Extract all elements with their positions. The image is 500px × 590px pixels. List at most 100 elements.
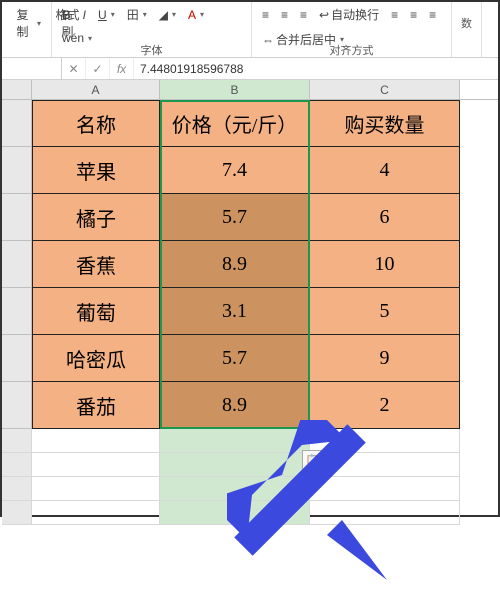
align-group-label: 对齐方式 [330,42,374,58]
table-row: 香蕉 8.9 10 [2,241,498,288]
formula-input[interactable] [134,62,498,76]
empty-cell[interactable] [160,501,310,525]
cell-C1[interactable]: 购买数量 [310,100,460,147]
cell-A1[interactable]: 名称 [32,100,160,147]
row-header[interactable] [2,335,32,382]
empty-row [2,453,498,477]
wrap-label: 自动换行 [331,6,379,23]
cell-name[interactable]: 葡萄 [32,288,160,335]
font-group-label: 字体 [141,42,163,58]
table-row: 番茄 8.9 2 [2,382,498,429]
cell-name[interactable]: 哈密瓜 [32,335,160,382]
empty-cell[interactable] [160,429,310,453]
row-header[interactable] [2,288,32,335]
cell-price[interactable]: 8.9 [160,241,310,288]
accept-formula-button[interactable]: ✓ [86,58,110,79]
border-icon: 田 [127,6,139,23]
phonetic-icon: wén [62,31,84,45]
italic-label: I [83,8,86,22]
table-row: 哈密瓜 5.7 9 [2,335,498,382]
bold-label: B [62,8,71,22]
empty-cell[interactable] [160,453,310,477]
phonetic-button[interactable]: wén [58,29,96,47]
align-left-button[interactable]: ≡ [387,6,402,24]
row-header[interactable] [2,477,32,501]
merge-icon: ⇔ [262,33,274,47]
name-box[interactable] [2,58,62,79]
cell-name[interactable]: 橘子 [32,194,160,241]
column-headers: A B C [2,80,498,100]
row-header[interactable] [2,241,32,288]
underline-label: U [98,8,107,22]
align-center-button[interactable]: ≡ [406,6,421,24]
clipboard-icon: 📋 [306,455,318,466]
align-mid-button[interactable]: ≡ [277,6,292,24]
cell-price[interactable]: 5.7 [160,335,310,382]
cell-qty[interactable]: 2 [310,382,460,429]
bold-button[interactable]: B [58,6,75,24]
cancel-formula-button[interactable]: ✕ [62,58,86,79]
font-color-button[interactable]: A [184,6,208,24]
font-color-icon: A [188,8,196,22]
cell-qty[interactable]: 4 [310,147,460,194]
cell-price[interactable]: 3.1 [160,288,310,335]
row-header[interactable] [2,100,32,147]
empty-row [2,429,498,453]
empty-cell[interactable] [32,429,160,453]
align-top-button[interactable]: ≡ [258,6,273,24]
number-group-clip: 数 [461,15,472,31]
col-header-C[interactable]: C [310,80,460,99]
border-button[interactable]: 田 [123,4,151,25]
empty-row [2,501,498,525]
fx-button[interactable]: fx [110,58,134,79]
copy-label: 复制 [12,6,33,40]
paste-options-button[interactable]: 📋 [302,450,322,470]
cell-price[interactable]: 8.9 [160,382,310,429]
row-header[interactable] [2,147,32,194]
empty-cell[interactable] [32,477,160,501]
row-header[interactable] [2,429,32,453]
align-bot-button[interactable]: ≡ [296,6,311,24]
cell-qty[interactable]: 9 [310,335,460,382]
table-row: 葡萄 3.1 5 [2,288,498,335]
fill-color-button[interactable]: ◢ [155,6,180,24]
underline-button[interactable]: U [94,6,119,24]
wrap-text-button[interactable]: ↩自动换行 [315,4,383,25]
copy-button[interactable]: 复制 [8,4,45,42]
check-icon: ✓ [92,62,102,76]
cell-qty[interactable]: 5 [310,288,460,335]
empty-cell[interactable] [310,429,460,453]
empty-cell[interactable] [310,477,460,501]
cell-qty[interactable]: 6 [310,194,460,241]
x-icon: ✕ [68,62,78,76]
row-header[interactable] [2,194,32,241]
col-header-B[interactable]: B [160,80,310,99]
bucket-icon: ◢ [159,8,168,22]
empty-cell[interactable] [310,501,460,525]
wrap-icon: ↩ [319,8,329,22]
cell-price[interactable]: 5.7 [160,194,310,241]
col-header-A[interactable]: A [32,80,160,99]
empty-cell[interactable] [160,477,310,501]
empty-row [2,477,498,501]
empty-cell[interactable] [32,501,160,525]
formula-bar: ✕ ✓ fx [2,58,498,80]
cell-name[interactable]: 苹果 [32,147,160,194]
cell-B1[interactable]: 价格（元/斤） [160,100,310,147]
row-header[interactable] [2,501,32,525]
empty-cell[interactable] [32,453,160,477]
cell-name[interactable]: 番茄 [32,382,160,429]
spreadsheet-grid: 名称 价格（元/斤） 购买数量 苹果 7.4 4 橘子 5.7 6 香蕉 8.9… [2,100,498,525]
select-all-corner[interactable] [2,80,32,99]
align-right-button[interactable]: ≡ [425,6,440,24]
cell-name[interactable]: 香蕉 [32,241,160,288]
row-header[interactable] [2,382,32,429]
italic-button[interactable]: I [79,6,90,24]
fx-label: fx [117,62,126,76]
cell-price[interactable]: 7.4 [160,147,310,194]
cell-qty[interactable]: 10 [310,241,460,288]
empty-cell[interactable] [310,453,460,477]
table-row: 苹果 7.4 4 [2,147,498,194]
row-header[interactable] [2,453,32,477]
merge-label: 合并后居中 [276,31,336,48]
